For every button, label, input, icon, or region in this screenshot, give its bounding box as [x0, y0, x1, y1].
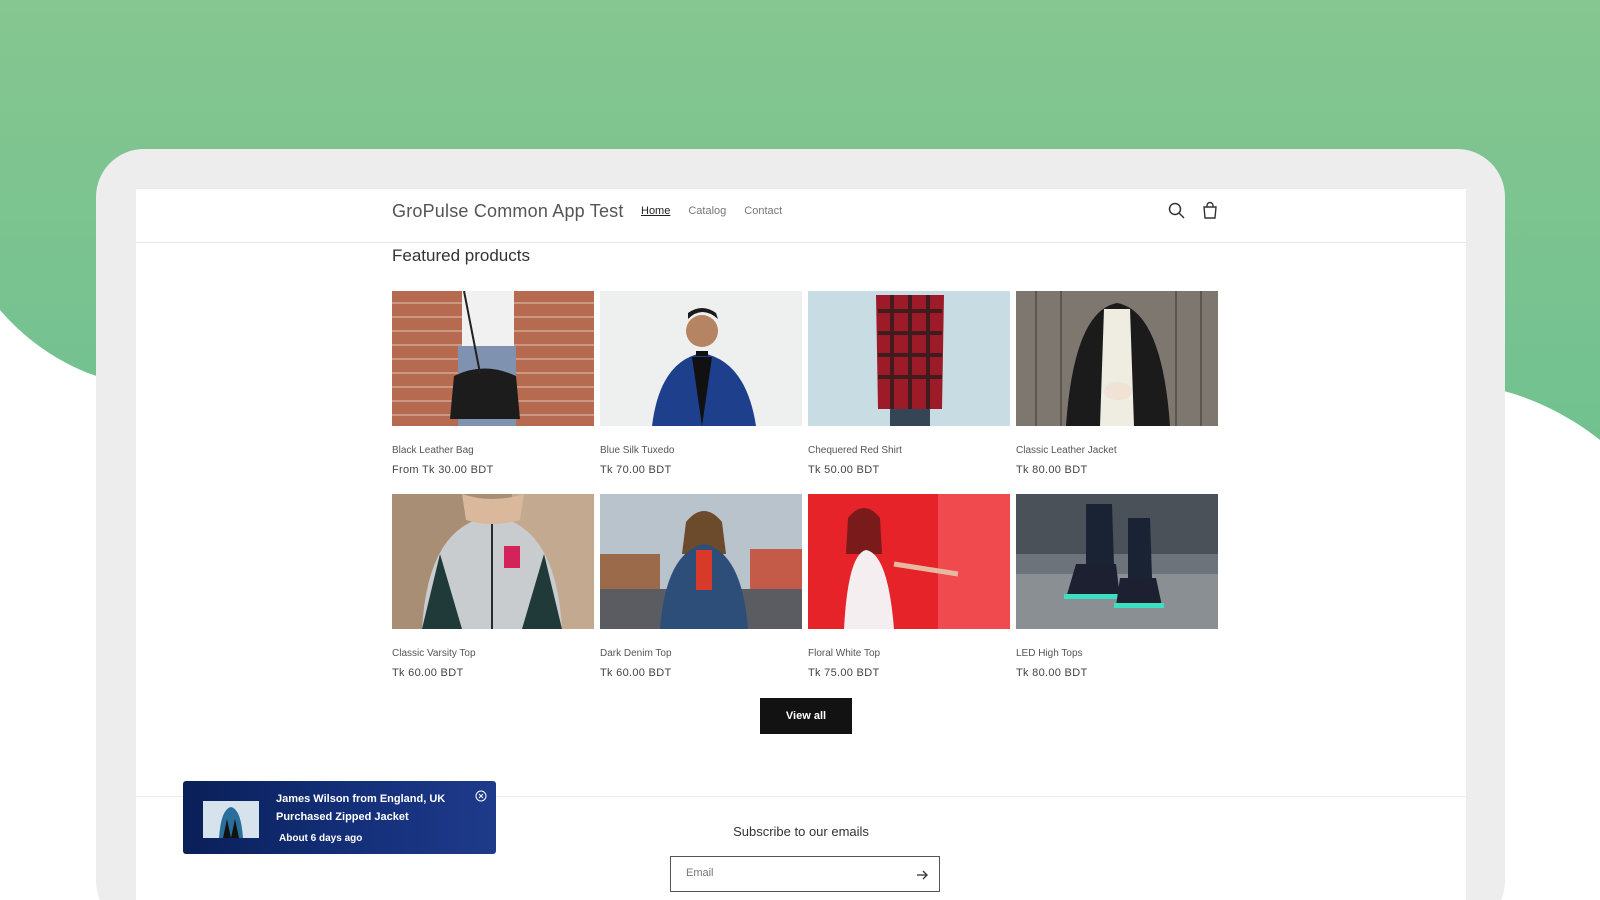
- product-price: Tk 50.00 BDT: [808, 464, 880, 476]
- view-all-button[interactable]: View all: [760, 698, 852, 734]
- product-card[interactable]: LED High Tops Tk 80.00 BDT: [1016, 494, 1218, 697]
- product-card[interactable]: Dark Denim Top Tk 60.00 BDT: [600, 494, 802, 697]
- product-name[interactable]: Floral White Top: [808, 648, 1010, 659]
- main-nav: Home Catalog Contact: [641, 205, 782, 217]
- product-name[interactable]: Classic Varsity Top: [392, 648, 594, 659]
- product-image[interactable]: [600, 291, 802, 426]
- product-price: Tk 60.00 BDT: [600, 667, 672, 679]
- product-card[interactable]: Classic Leather Jacket Tk 80.00 BDT: [1016, 291, 1218, 494]
- product-grid: Black Leather Bag From Tk 30.00 BDT Blue…: [392, 290, 1218, 697]
- product-card[interactable]: Floral White Top Tk 75.00 BDT: [808, 494, 1010, 697]
- product-image[interactable]: [392, 494, 594, 629]
- product-name[interactable]: LED High Tops: [1016, 648, 1218, 659]
- popup-product: Purchased Zipped Jacket: [276, 811, 409, 823]
- product-image[interactable]: [392, 290, 594, 426]
- product-price: Tk 70.00 BDT: [600, 464, 672, 476]
- popup-time: About 6 days ago: [279, 833, 363, 844]
- featured-title: Featured products: [392, 246, 530, 265]
- product-card[interactable]: Chequered Red Shirt Tk 50.00 BDT: [808, 291, 1010, 494]
- product-name[interactable]: Black Leather Bag: [392, 445, 594, 456]
- product-name[interactable]: Classic Leather Jacket: [1016, 445, 1218, 456]
- nav-home[interactable]: Home: [641, 205, 670, 217]
- product-card[interactable]: Blue Silk Tuxedo Tk 70.00 BDT: [600, 291, 802, 494]
- product-price: Tk 80.00 BDT: [1016, 667, 1088, 679]
- product-image[interactable]: [1016, 291, 1218, 426]
- product-card[interactable]: Classic Varsity Top Tk 60.00 BDT: [392, 494, 594, 697]
- close-icon[interactable]: [475, 790, 487, 802]
- product-name[interactable]: Blue Silk Tuxedo: [600, 445, 802, 456]
- product-price: Tk 75.00 BDT: [808, 667, 880, 679]
- search-icon[interactable]: [1167, 201, 1187, 221]
- product-image[interactable]: [808, 291, 1010, 426]
- product-price: Tk 60.00 BDT: [392, 667, 464, 679]
- product-image[interactable]: [1016, 494, 1218, 629]
- product-card[interactable]: Black Leather Bag From Tk 30.00 BDT: [392, 290, 594, 494]
- product-price: From Tk 30.00 BDT: [392, 464, 494, 476]
- product-name[interactable]: Dark Denim Top: [600, 648, 802, 659]
- product-price: Tk 80.00 BDT: [1016, 464, 1088, 476]
- product-thumbnail: [203, 801, 259, 838]
- brand-title[interactable]: GroPulse Common App Test: [392, 201, 624, 222]
- arrow-right-icon[interactable]: [915, 868, 929, 882]
- email-field[interactable]: Email: [670, 856, 940, 892]
- product-image[interactable]: [600, 494, 802, 629]
- product-image[interactable]: [808, 494, 1010, 629]
- site-header: GroPulse Common App Test Home Catalog Co…: [136, 189, 1466, 243]
- nav-contact[interactable]: Contact: [744, 205, 782, 217]
- email-placeholder: Email: [686, 867, 714, 879]
- sales-popup[interactable]: James Wilson from England, UK Purchased …: [183, 781, 496, 854]
- popup-customer: James Wilson from England, UK: [276, 793, 446, 805]
- nav-catalog[interactable]: Catalog: [688, 205, 726, 217]
- cart-icon[interactable]: [1200, 201, 1220, 221]
- product-name[interactable]: Chequered Red Shirt: [808, 445, 1010, 456]
